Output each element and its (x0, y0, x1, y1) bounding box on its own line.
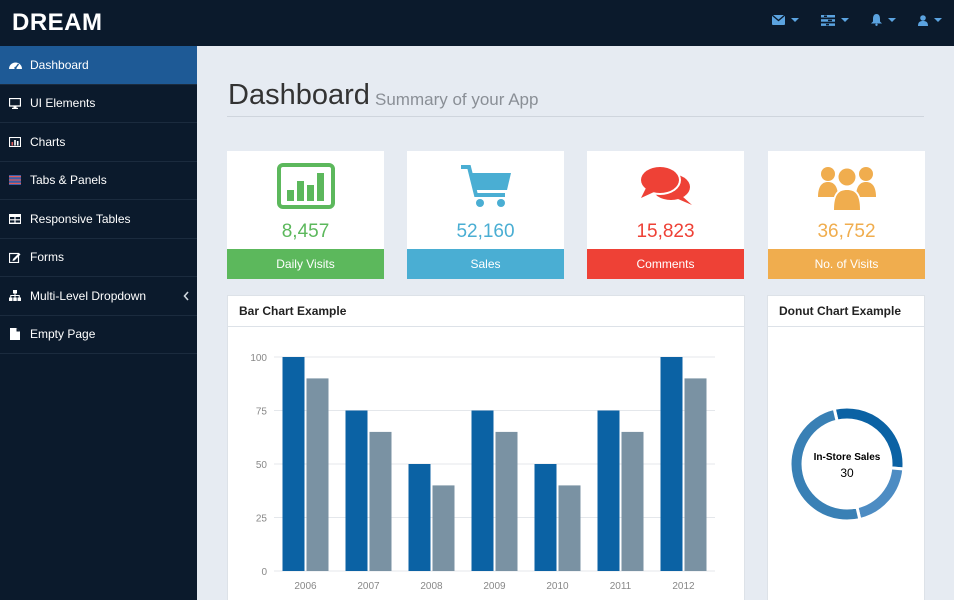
y-tick-label: 75 (256, 407, 268, 418)
bar[interactable] (621, 431, 644, 571)
bar[interactable] (597, 410, 620, 572)
bar-chart-panel: Bar Chart Example 0 25 50 75 100 2006 2007 2008… (227, 295, 745, 600)
sidebar-item-label: Tabs & Panels (30, 173, 107, 188)
flag-icon (8, 173, 22, 187)
messages-dropdown[interactable] (772, 15, 799, 25)
donut-center-value: 30 (840, 466, 854, 480)
stat-value: 8,457 (281, 221, 330, 242)
stat-value: 15,823 (636, 221, 695, 242)
bar[interactable] (534, 464, 557, 571)
donut-center-label: In-Store Sales (814, 452, 881, 463)
tasks-dropdown[interactable] (821, 14, 849, 26)
users-icon (768, 163, 925, 213)
donut-slice[interactable] (788, 406, 862, 523)
sidebar-item-label: Multi-Level Dropdown (30, 288, 147, 303)
stat-label: Daily Visits (227, 249, 384, 279)
bar[interactable] (660, 357, 683, 571)
panel-title: Bar Chart Example (228, 296, 744, 327)
top-nav-icons (772, 14, 942, 26)
page-title: Dashboard (228, 79, 370, 111)
bar[interactable] (306, 378, 329, 571)
bar[interactable] (558, 485, 581, 571)
stat-value: 52,160 (456, 221, 515, 242)
stat-card-comments[interactable]: 15,823 Comments (587, 151, 744, 279)
x-tick-label: 2009 (483, 581, 506, 592)
bar[interactable] (432, 485, 455, 571)
alerts-dropdown[interactable] (871, 14, 896, 26)
sidebar-item-label: Dashboard (30, 57, 89, 72)
title-divider (227, 116, 924, 117)
sidebar-item-charts[interactable]: Charts (0, 123, 197, 162)
sidebar-item-empty-page[interactable]: Empty Page (0, 316, 197, 354)
x-tick-label: 2011 (610, 581, 632, 592)
x-tick-label: 2007 (357, 581, 380, 592)
y-tick-label: 0 (261, 567, 267, 578)
chevron-down-icon (888, 18, 896, 22)
stat-card-sales[interactable]: 52,160 Sales (407, 151, 564, 279)
bar[interactable] (471, 410, 494, 572)
file-icon (8, 327, 22, 341)
sidebar-item-label: Forms (30, 250, 64, 265)
bar[interactable] (345, 410, 368, 572)
shopping-cart-icon (407, 163, 564, 213)
x-tick-label: 2006 (294, 581, 317, 592)
stat-card-daily-visits[interactable]: 8,457 Daily Visits (227, 151, 384, 279)
edit-icon (8, 250, 22, 264)
main-content: Dashboard Summary of your App 8,457 Dail… (197, 46, 954, 600)
sidebar-item-tabs-panels[interactable]: Tabs & Panels (0, 162, 197, 200)
stat-value: 36,752 (817, 221, 876, 242)
bar-chart: 0 25 50 75 100 2006 2007 2008 2009 2010 2011 2012 (250, 353, 715, 592)
bar[interactable] (408, 464, 431, 571)
desktop-icon (8, 96, 22, 110)
brand-logo[interactable]: DREAM (12, 9, 103, 37)
dashboard-icon (8, 58, 22, 72)
stat-label: No. of Visits (768, 249, 925, 279)
donut-chart-panel: Donut Chart Example In-Store Sales 30 (767, 295, 925, 600)
sidebar-item-label: Responsive Tables (30, 211, 131, 226)
stat-card-visits[interactable]: 36,752 No. of Visits (768, 151, 925, 279)
sitemap-icon (8, 289, 22, 303)
chevron-down-icon (841, 18, 849, 22)
sidebar-item-multi-level-dropdown[interactable]: Multi-Level Dropdown (0, 277, 197, 316)
sidebar-item-ui-elements[interactable]: UI Elements (0, 85, 197, 123)
y-tick-label: 25 (256, 514, 268, 525)
y-tick-label: 100 (250, 353, 267, 364)
sidebar-item-label: UI Elements (30, 96, 96, 111)
bar-chart-icon (227, 163, 384, 213)
top-navbar: DREAM (0, 0, 954, 46)
sidebar-item-dashboard[interactable]: Dashboard (0, 46, 197, 85)
tasks-icon (821, 14, 835, 26)
bar[interactable] (495, 431, 518, 571)
bar[interactable] (369, 431, 392, 571)
stat-label: Sales (407, 249, 564, 279)
donut-chart: In-Store Sales 30 (788, 405, 906, 523)
x-tick-label: 2012 (672, 581, 695, 592)
bar[interactable] (282, 357, 305, 571)
bell-icon (871, 14, 882, 26)
sidebar-item-label: Empty Page (30, 327, 96, 342)
y-tick-label: 50 (256, 460, 268, 471)
bar-chart-icon (8, 135, 22, 149)
x-tick-label: 2008 (420, 581, 443, 592)
donut-slice[interactable] (855, 466, 906, 522)
comments-icon (587, 163, 744, 213)
user-dropdown[interactable] (918, 14, 942, 26)
table-icon (8, 212, 22, 226)
bar[interactable] (684, 378, 707, 571)
x-tick-label: 2010 (546, 581, 569, 592)
user-icon (918, 14, 928, 26)
sidebar-item-label: Charts (30, 134, 66, 149)
stat-label: Comments (587, 249, 744, 279)
sidebar-item-responsive-tables[interactable]: Responsive Tables (0, 200, 197, 239)
page-subtitle: Summary of your App (375, 90, 539, 109)
chevron-left-icon[interactable] (183, 290, 189, 301)
chevron-down-icon (791, 18, 799, 22)
panel-title: Donut Chart Example (768, 296, 924, 327)
chevron-down-icon (934, 18, 942, 22)
sidebar: Dashboard UI Elements Charts Tabs & Pane… (0, 46, 197, 600)
envelope-icon (772, 15, 785, 25)
sidebar-item-forms[interactable]: Forms (0, 239, 197, 277)
